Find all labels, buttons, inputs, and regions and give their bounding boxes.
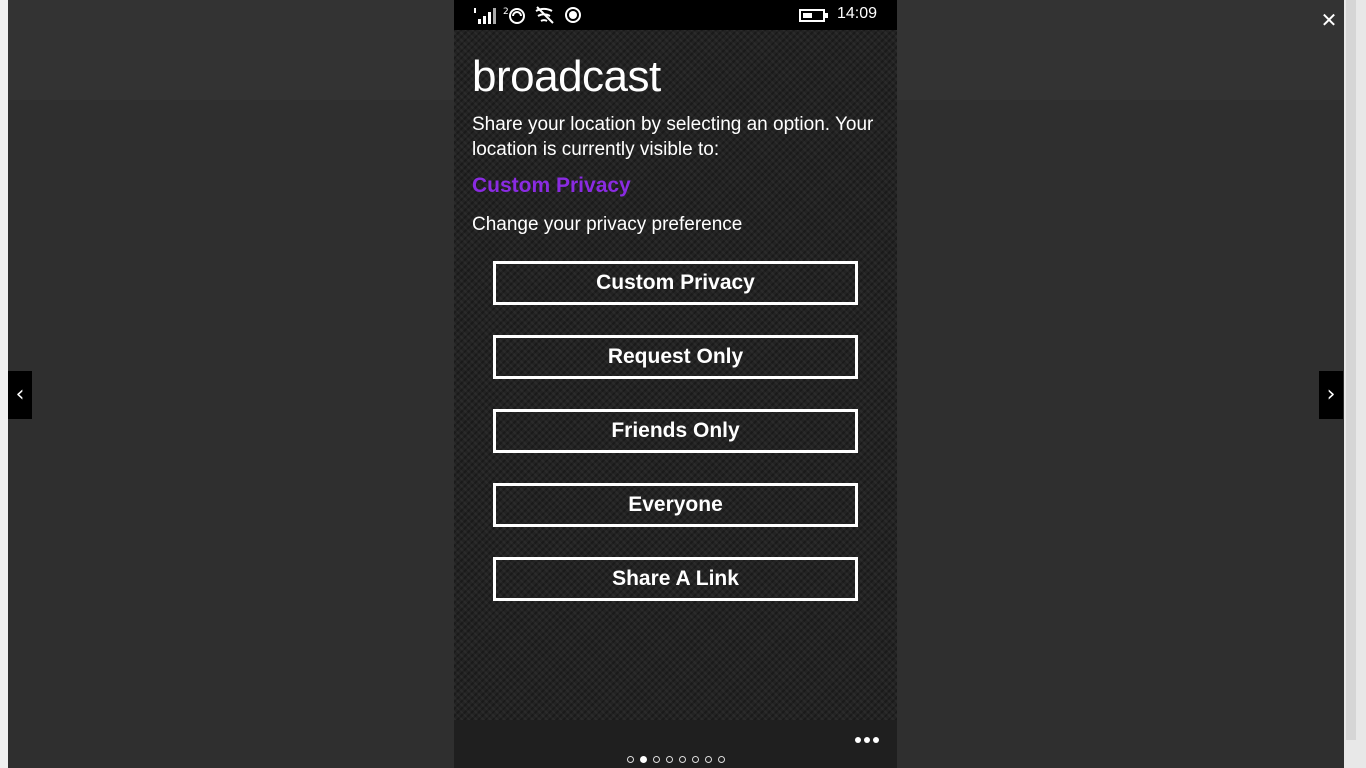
next-screenshot-button[interactable]: › xyxy=(1319,371,1343,419)
record-icon xyxy=(565,7,581,23)
custom-privacy-button[interactable]: Custom Privacy xyxy=(493,261,858,305)
scrollbar-thumb[interactable] xyxy=(1346,0,1356,740)
status-bar: 2 14:09 xyxy=(454,0,897,30)
share-a-link-button[interactable]: Share A Link xyxy=(493,557,858,601)
pager-dot[interactable] xyxy=(691,756,699,763)
pager-dot[interactable] xyxy=(678,756,686,763)
more-dot-icon xyxy=(873,737,879,743)
left-edge-strip xyxy=(0,0,8,768)
close-button[interactable]: ✕ xyxy=(1318,9,1340,31)
current-privacy-value: Custom Privacy xyxy=(472,174,631,197)
pager-dot[interactable] xyxy=(626,756,634,763)
request-only-button[interactable]: Request Only xyxy=(493,335,858,379)
chevron-left-icon: ‹ xyxy=(15,382,25,407)
more-dot-icon xyxy=(864,737,870,743)
page-scrollbar[interactable] xyxy=(1344,0,1366,768)
pager-dot[interactable] xyxy=(717,756,725,763)
page-title: broadcast xyxy=(472,52,661,101)
svg-text:2: 2 xyxy=(503,7,509,17)
previous-screenshot-button[interactable]: ‹ xyxy=(8,371,32,419)
signal-strength-icon xyxy=(474,8,496,24)
everyone-button[interactable]: Everyone xyxy=(493,483,858,527)
pager-dot[interactable] xyxy=(665,756,673,763)
change-privacy-prompt: Change your privacy preference xyxy=(472,214,743,235)
pager-dot[interactable] xyxy=(639,756,647,763)
chevron-right-icon: › xyxy=(1326,382,1336,407)
phone-screenshot: 2 14:09 broadcast Share your location by… xyxy=(454,0,897,720)
location-visibility-text: Share your location by selecting an opti… xyxy=(472,114,874,160)
screenshot-pager xyxy=(454,756,897,763)
wifi-icon xyxy=(535,6,554,24)
more-options-button[interactable] xyxy=(852,728,879,743)
battery-icon xyxy=(799,9,828,22)
status-time: 14:09 xyxy=(836,5,877,22)
friends-only-button[interactable]: Friends Only xyxy=(493,409,858,453)
pager-dot[interactable] xyxy=(652,756,660,763)
pager-dot[interactable] xyxy=(704,756,712,763)
more-dot-icon xyxy=(855,737,861,743)
close-icon: ✕ xyxy=(1320,8,1338,32)
app-bar xyxy=(454,720,897,768)
sim-2-icon: 2 xyxy=(503,7,525,24)
